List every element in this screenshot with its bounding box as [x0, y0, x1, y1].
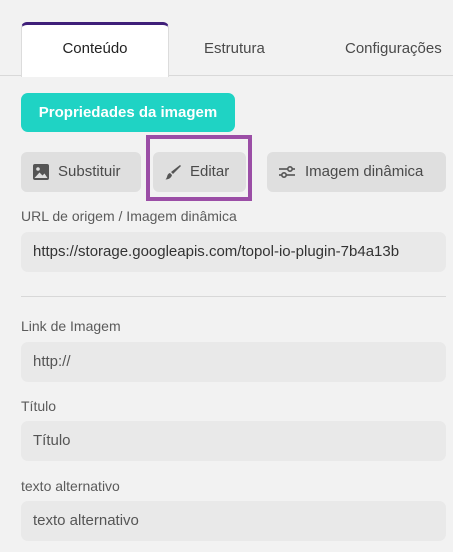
image-properties-button[interactable]: Propriedades da imagem: [21, 93, 235, 132]
sliders-icon: [279, 165, 295, 179]
dynamic-image-button-label: Imagem dinâmica: [305, 163, 424, 180]
image-icon: [33, 164, 49, 180]
image-link-field[interactable]: http://: [21, 342, 446, 382]
tab-configuracoes[interactable]: Configurações: [309, 22, 453, 76]
alt-text-field[interactable]: texto alternativo: [21, 501, 446, 541]
tab-estrutura[interactable]: Estrutura: [169, 22, 309, 76]
replace-button[interactable]: Substituir: [21, 152, 141, 192]
tab-bar: Conteúdo Estrutura Configurações: [0, 0, 453, 77]
tab-conteudo-label: Conteúdo: [62, 40, 128, 57]
brush-icon: [165, 165, 181, 180]
image-link-label: Link de Imagem: [21, 318, 121, 334]
alt-text-label: texto alternativo: [21, 478, 120, 494]
tab-conteudo[interactable]: Conteúdo: [21, 22, 169, 77]
tab-estrutura-label: Estrutura: [204, 40, 265, 57]
section-divider: [21, 296, 446, 297]
edit-button-label: Editar: [190, 163, 230, 180]
dynamic-image-button[interactable]: Imagem dinâmica: [267, 152, 446, 192]
tab-configuracoes-label: Configurações: [345, 40, 442, 57]
title-label: Título: [21, 398, 57, 414]
source-url-label: URL de origem / Imagem dinâmica: [21, 208, 237, 224]
replace-button-label: Substituir: [58, 163, 121, 180]
edit-button[interactable]: Editar: [153, 152, 246, 192]
source-url-field[interactable]: https://storage.googleapis.com/topol-io-…: [21, 232, 446, 272]
title-field[interactable]: Título: [21, 421, 446, 461]
